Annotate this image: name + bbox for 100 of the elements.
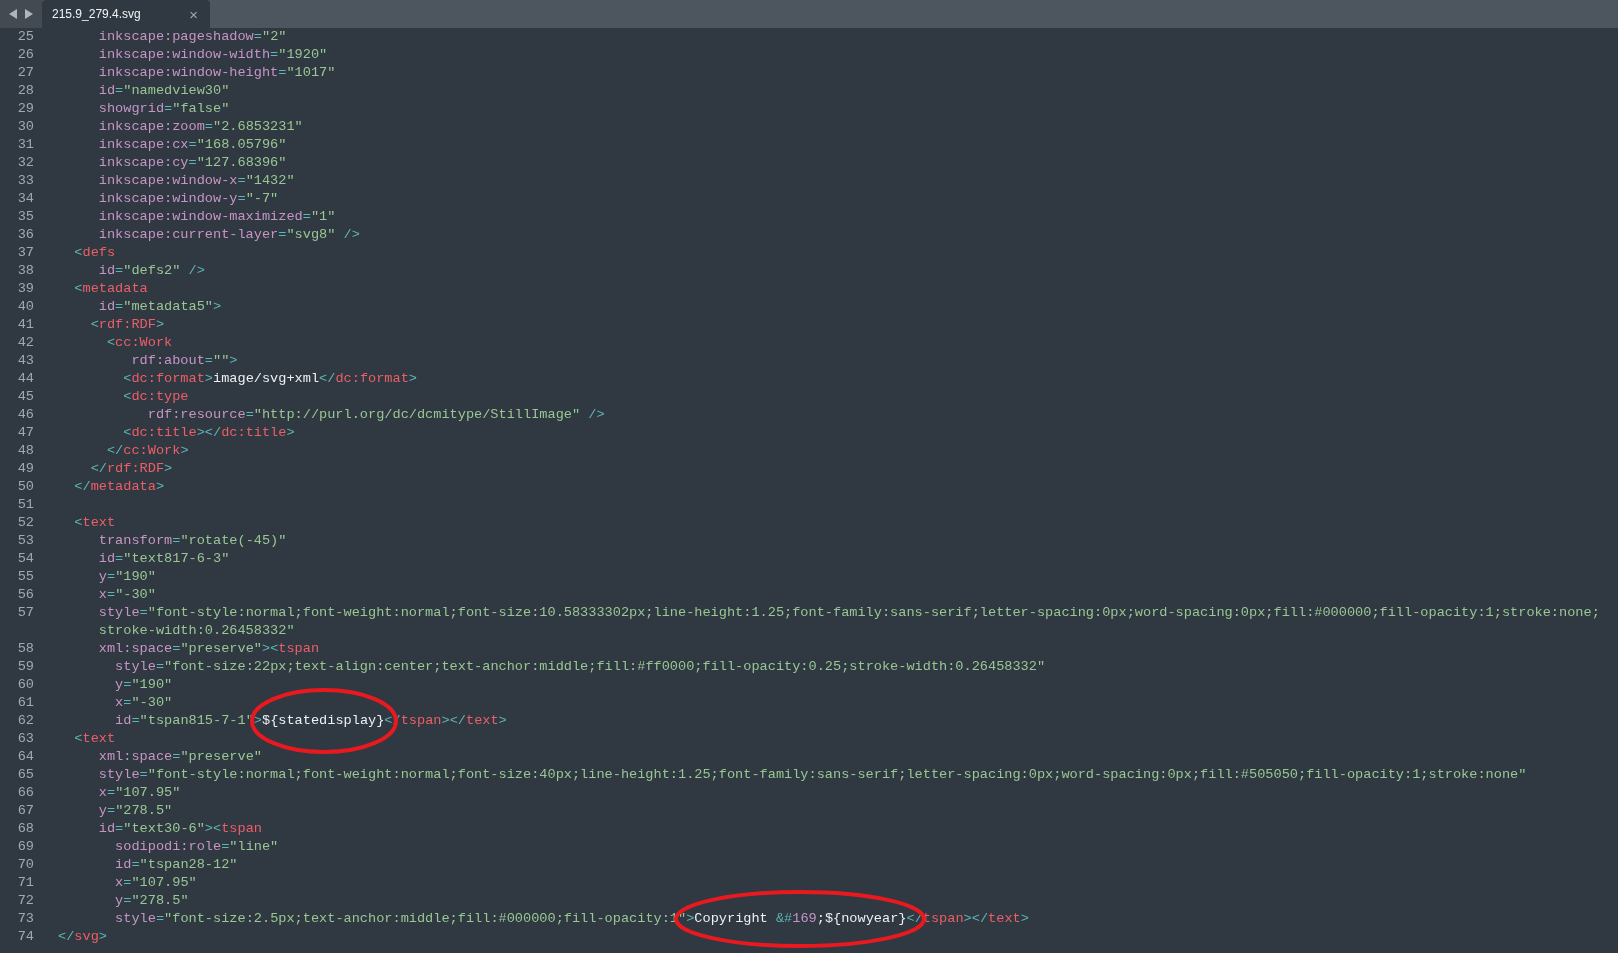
code-line: id="defs2" /> [97,262,205,280]
code-line: </cc:Work> [105,442,189,460]
line-number: 61 [16,694,34,712]
line-number: 29 [16,100,34,118]
line-number: 43 [16,352,34,370]
code-line: inkscape:window-height="1017" [97,64,336,82]
code-line: showgrid="false" [97,100,230,118]
line-number: 48 [16,442,34,460]
code-line: id="tspan28-12" [114,856,238,874]
code-line: y="278.5" [114,892,189,910]
code-line: <text [73,730,116,748]
code-line: y="190" [114,676,173,694]
line-number: 40 [16,298,34,316]
code-line: <rdf:RDF> [89,316,165,334]
line-number: 51 [16,496,34,514]
code-line: sodipodi:role="line" [114,838,279,856]
code-line: inkscape:cx="168.05796" [97,136,287,154]
code-line: id="text817-6-3" [97,550,230,568]
line-number: 26 [16,46,34,64]
line-number: 63 [16,730,34,748]
code-line: </svg> [58,928,107,946]
line-number: 67 [16,802,34,820]
file-tab[interactable]: 215.9_279.4.svg × [42,0,210,28]
line-number: 52 [16,514,34,532]
code-line: id="text30-6"><tspan [97,820,262,838]
code-line: </metadata> [73,478,165,496]
code-line: rdf:resource="http://purl.org/dc/dcmitype/StillImage" /> [146,406,605,424]
code-line: </rdf:RDF> [89,460,173,478]
code-line: inkscape:window-width="1920" [97,46,328,64]
code-line: <cc:Work [105,334,173,352]
forward-arrow-icon[interactable] [24,8,34,20]
line-number: 57 [16,604,34,622]
line-number: 42 [16,334,34,352]
line-number: 69 [16,838,34,856]
line-number: 70 [16,856,34,874]
line-number: 38 [16,262,34,280]
code-line: transform="rotate(-45)" [97,532,287,550]
line-number: 58 [16,640,34,658]
line-number: 37 [16,244,34,262]
line-number: 62 [16,712,34,730]
line-number: 44 [16,370,34,388]
line-number: 49 [16,460,34,478]
line-number: 35 [16,208,34,226]
line-number: 53 [16,532,34,550]
code-line: <dc:type [122,388,189,406]
line-number: 31 [16,136,34,154]
line-number: 55 [16,568,34,586]
code-line: style="font-size:22px;text-align:center;text-anchor:middle;fill:#ff0000;fill-opacity:0.25;stroke-width:0.26458332" [114,658,1046,676]
code-line: inkscape:window-maximized="1" [97,208,336,226]
code-line: id="metadata5"> [97,298,222,316]
line-number: 32 [16,154,34,172]
line-number: 68 [16,820,34,838]
line-number: 56 [16,586,34,604]
line-number: 46 [16,406,34,424]
line-number: 33 [16,172,34,190]
line-number: 66 [16,784,34,802]
code-line: inkscape:window-y="-7" [97,190,279,208]
line-number: 45 [16,388,34,406]
code-line: inkscape:window-x="1432" [97,172,295,190]
line-number: 64 [16,748,34,766]
code-line: x="-30" [114,694,173,712]
line-number: 59 [16,658,34,676]
back-arrow-icon[interactable] [8,8,18,20]
code-line: <dc:title></dc:title> [122,424,295,442]
code-line: style="font-style:normal;font-weight:normal;font-size:10.58333302px;line-height:1.25;font-family:sans-serif;letter-spacing:0px;word-spacing:0px;fill:#000000;fill-opacity:1;stroke:none; [97,604,1600,622]
line-number: 50 [16,478,34,496]
line-number: 73 [16,910,34,928]
code-line: x="107.95" [114,874,197,892]
code-line: xml:space="preserve"><tspan [97,640,320,658]
line-number: 27 [16,64,34,82]
line-number: 71 [16,874,34,892]
line-number: 74 [16,928,34,946]
line-number: 54 [16,550,34,568]
code-line: x="107.95" [97,784,181,802]
code-line: inkscape:cy="127.68396" [97,154,287,172]
close-button[interactable]: × [189,5,198,23]
code-line: y="278.5" [97,802,173,820]
code-line: inkscape:pageshadow="2" [97,28,287,46]
line-number: 28 [16,82,34,100]
line-number: 25 [16,28,34,46]
code-line: <defs [73,244,116,262]
line-number: 41 [16,316,34,334]
code-line: inkscape:current-layer="svg8" /> [97,226,360,244]
line-number: 65 [16,766,34,784]
line-number: 30 [16,118,34,136]
code-line: stroke-width:0.26458332" [97,622,295,640]
code-line: y="190" [97,568,156,586]
line-number: 47 [16,424,34,442]
code-line: x="-30" [97,586,156,604]
code-line: xml:space="preserve" [97,748,262,766]
code-line: style="font-style:normal;font-weight:normal;font-size:40px;line-height:1.25;font-family:sans-serif;letter-spacing:0px;word-spacing:0px;fill:#505050;fill-opacity:1;stroke:none" [97,766,1527,784]
line-number: 34 [16,190,34,208]
code-line: inkscape:zoom="2.6853231" [97,118,303,136]
line-number: 60 [16,676,34,694]
code-line: <dc:format>image/svg+xml</dc:format> [122,370,417,388]
line-number: 36 [16,226,34,244]
code-line: id="namedview30" [97,82,230,100]
line-number: 39 [16,280,34,298]
code-line: <text [73,514,116,532]
line-number: 72 [16,892,34,910]
